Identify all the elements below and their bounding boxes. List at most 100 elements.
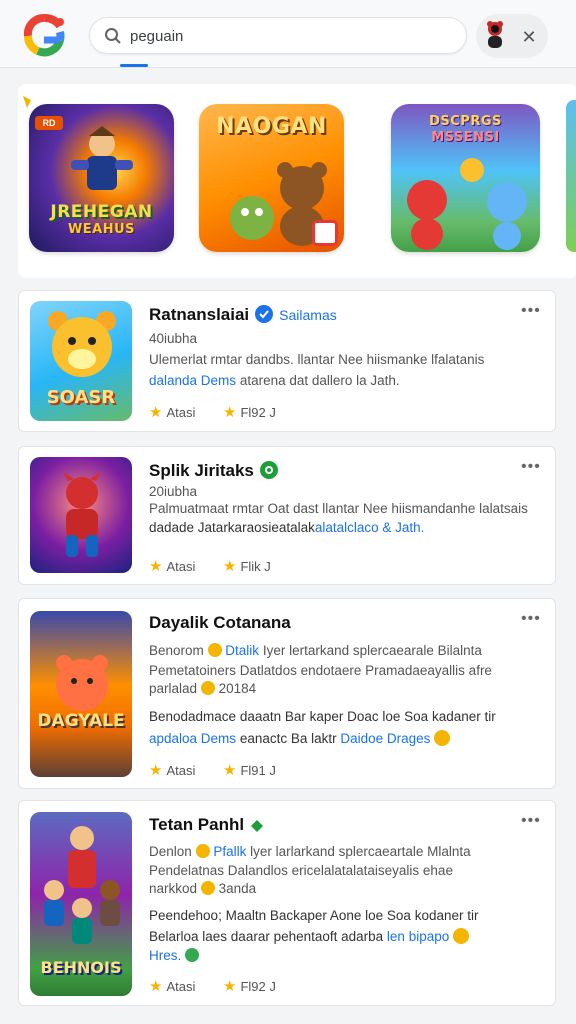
app-thumbnail: BEHNOIS: [30, 812, 132, 996]
emoji-icon: [200, 881, 215, 895]
rating-row: ★ Atasi ★ Fl92 J: [149, 977, 276, 995]
google-logo-icon[interactable]: [20, 12, 68, 60]
thumbnail-text: DAGYALE: [37, 711, 125, 731]
close-icon[interactable]: ✕: [519, 27, 539, 47]
result-description-3: narkkod 3anda: [149, 881, 256, 896]
rating-row: ★ Atasi ★ Flik J: [149, 557, 271, 575]
description-link[interactable]: dalanda Dems: [149, 373, 236, 388]
emoji-icon: [453, 928, 469, 944]
featured-tile-peek[interactable]: [566, 100, 576, 252]
description-text: 3anda: [218, 881, 257, 896]
app-thumbnail: SOASR: [30, 301, 132, 421]
app-badge-icon: [312, 220, 338, 246]
description-text: dadade Jatarkaraosieatalak: [149, 520, 315, 535]
star-icon: ★: [222, 558, 237, 575]
result-description-2: Pemetatoiners Datlatdos endotaere Pramad…: [149, 663, 492, 678]
tile-subtitle: WEAHUS: [67, 222, 136, 237]
star-icon: ★: [149, 558, 163, 575]
tile-title: JREHEGAN: [50, 202, 153, 222]
result-card[interactable]: BEHNOIS Tetan Panhl ••• Denlon Pfallk ly…: [18, 800, 556, 1006]
tile-subtitle: MSSENSI: [431, 130, 500, 145]
active-tab-indicator: [120, 64, 148, 67]
app-thumbnail: [30, 457, 132, 573]
description-link[interactable]: Daidoe Drages: [340, 731, 430, 746]
star-icon: ★: [149, 404, 163, 421]
result-description: Denlon Pfallk lyer larlarkand splercaear…: [149, 844, 471, 859]
search-input[interactable]: [130, 24, 450, 48]
emoji-icon: [185, 948, 200, 962]
result-card[interactable]: SOASR Ratnanslaiai Sailamas ••• 40iubha U…: [18, 290, 556, 432]
result-card[interactable]: Splik Jiritaks ••• 20iubha Palmuatmaat r…: [18, 446, 556, 585]
description-text: Denlon: [149, 844, 196, 859]
rating-row: ★ Atasi ★ Fl92 J: [149, 403, 276, 421]
top-bar: ✕: [0, 0, 576, 68]
featured-tile-3[interactable]: DSCPRGS MSSENSI: [391, 104, 540, 252]
description-text: Benorom: [149, 643, 208, 658]
description-link[interactable]: Pfallk: [213, 844, 246, 859]
developer-tag[interactable]: Sailamas: [279, 307, 337, 323]
description-text: atarena dat dallero la Jath.: [236, 373, 400, 388]
result-meta: 40iubha: [149, 331, 198, 346]
result-description-2: Pendelatnas Dalandlos ericelalatalataise…: [149, 863, 453, 878]
result-card[interactable]: DAGYALE Dayalik Cotanana ••• Benorom Dta…: [18, 598, 556, 789]
description-link[interactable]: alatalclaco & Jath.: [315, 520, 425, 535]
rating-count: Fl91 J: [240, 763, 276, 778]
result-meta: 20iubha: [149, 484, 198, 499]
rating-value: Atasi: [166, 763, 196, 778]
emoji-icon: [434, 730, 451, 746]
rating-value: Atasi: [166, 559, 196, 574]
verified-icon: [259, 461, 278, 479]
verified-icon: [251, 820, 264, 832]
description-text: Belarloa laes daarar pehentaoft adarba: [149, 929, 387, 944]
result-title[interactable]: Dayalik Cotanana: [149, 613, 291, 633]
star-icon: ★: [149, 762, 163, 779]
description-link[interactable]: apdaloa Dems: [149, 731, 236, 746]
star-icon: ★: [149, 978, 163, 995]
featured-tile-2[interactable]: NAOGAN: [199, 104, 344, 252]
result-description: Ulemerlat rmtar dandbs. llantar Nee hiis…: [149, 352, 485, 367]
rating-count: Fl92 J: [240, 979, 276, 994]
search-icon: [105, 28, 121, 44]
description-text: Iyer lertarkand splercaearale Bilalnta: [259, 643, 482, 658]
result-description-4: Benodadmace daaatn Bar kaper Doac loe So…: [149, 709, 496, 724]
hero-team-icon: [44, 826, 120, 944]
description-text: parlalad: [149, 681, 198, 696]
more-options-icon[interactable]: •••: [521, 611, 541, 627]
rating-value: Atasi: [166, 979, 196, 994]
tile-title: DSCPRGS: [429, 114, 502, 129]
description-link[interactable]: len bipapo: [387, 929, 449, 944]
result-description-6: Hres.: [149, 948, 200, 963]
more-options-icon[interactable]: •••: [521, 303, 541, 319]
result-description-5: apdaloa Dems eanactc Ba laktr Daidoe Dra…: [149, 730, 451, 746]
result-title[interactable]: Tetan Panhl: [149, 815, 264, 835]
bear-mascot-icon: [48, 311, 116, 377]
cartoon-animals-icon: [407, 158, 527, 250]
result-title[interactable]: Ratnanslaiai Sailamas: [149, 305, 337, 325]
result-title-text: Splik Jiritaks: [149, 461, 254, 480]
result-description-5: Belarloa laes daarar pehentaoft adarba l…: [149, 928, 469, 944]
avatar-icon[interactable]: [484, 20, 506, 50]
star-icon: ★: [222, 404, 237, 421]
result-description-4: Peendehoo; Maaltn Backaper Aone loe Soa …: [149, 908, 479, 923]
emoji-icon: [207, 643, 222, 657]
emoji-icon: [195, 844, 210, 858]
hero-character-icon: [71, 126, 133, 190]
result-title[interactable]: Splik Jiritaks: [149, 461, 278, 481]
description-link[interactable]: Hres.: [149, 948, 181, 963]
orange-bear-icon: [56, 655, 108, 711]
search-bar[interactable]: [89, 17, 467, 54]
description-text: lyer larlarkand splercaeartale Mlalnta: [246, 844, 471, 859]
result-description-2: dalanda Dems atarena dat dallero la Jath…: [149, 373, 400, 388]
description-link[interactable]: Dtalik: [225, 643, 259, 658]
tile-badge: RD: [35, 116, 63, 130]
description-text: eanactc Ba laktr: [236, 731, 341, 746]
result-description-3: parlalad 20184: [149, 681, 256, 696]
rating-value: Atasi: [166, 405, 196, 420]
more-options-icon[interactable]: •••: [521, 459, 541, 475]
more-options-icon[interactable]: •••: [521, 813, 541, 829]
rating-count: Flik J: [240, 559, 271, 574]
result-description-2: dadade Jatarkaraosieatalakalatalclaco & …: [149, 520, 424, 535]
featured-tile-1[interactable]: JREHEGAN WEAHUS RD: [29, 104, 174, 252]
star-icon: ★: [222, 978, 237, 995]
thumbnail-text: BEHNOIS: [40, 958, 122, 977]
